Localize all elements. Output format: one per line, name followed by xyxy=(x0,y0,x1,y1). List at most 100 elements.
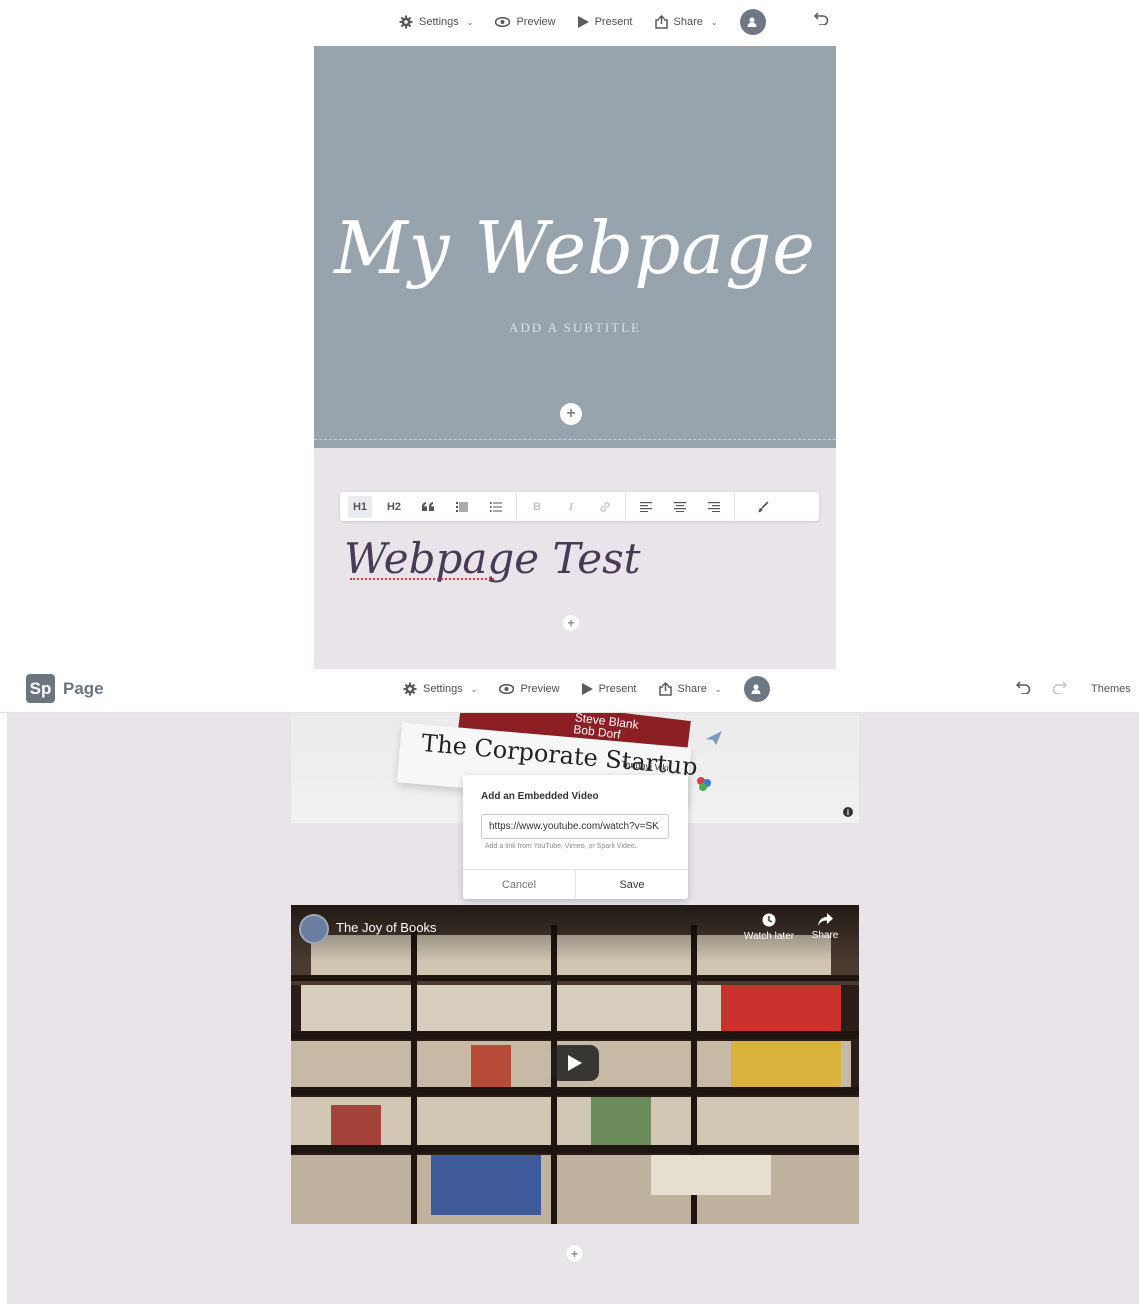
share-menu[interactable]: Share ⌄ xyxy=(658,682,722,696)
align-left-button[interactable] xyxy=(634,496,658,518)
hero-section[interactable]: My Webpage ADD A SUBTITLE + xyxy=(314,46,836,448)
video-play-button[interactable] xyxy=(551,1045,599,1081)
colored-dots xyxy=(697,777,711,791)
align-right-icon xyxy=(708,501,720,512)
spellcheck-underline xyxy=(350,578,494,580)
format-toolbar: H1 H2 B I xyxy=(340,492,819,521)
collaborator-avatar[interactable] xyxy=(743,676,770,702)
play-icon xyxy=(568,1055,582,1071)
quote-icon xyxy=(422,502,434,511)
chevron-down-icon: ⌄ xyxy=(710,17,718,27)
align-left-icon xyxy=(640,501,652,512)
alignment-group xyxy=(626,492,735,521)
app-logo[interactable]: Sp Page xyxy=(26,674,104,703)
add-block-button[interactable]: + xyxy=(560,403,582,425)
numbered-list-button[interactable] xyxy=(484,496,508,518)
block-style-group: H1 H2 xyxy=(340,492,517,521)
top-toolbar: Settings ⌄ Preview Present Share ⌄ xyxy=(399,9,766,35)
undo-button[interactable] xyxy=(813,12,829,30)
video-share-label: Share xyxy=(811,930,839,941)
present-label: Present xyxy=(594,16,633,28)
clock-icon xyxy=(762,913,776,927)
redo-button[interactable] xyxy=(1052,681,1068,699)
page-subtitle[interactable]: ADD A SUBTITLE xyxy=(314,320,836,336)
chevron-down-icon: ⌄ xyxy=(466,17,474,27)
text-section: H1 H2 B I Webpage Test + xyxy=(314,448,836,669)
video-title[interactable]: The Joy of Books xyxy=(336,920,436,935)
gear-icon xyxy=(403,682,417,696)
paintbrush-icon xyxy=(757,500,769,512)
themes-button[interactable]: Themes xyxy=(1091,683,1131,695)
share-label: Share xyxy=(673,16,703,28)
embedded-video[interactable]: The Joy of Books Watch later Share xyxy=(291,905,859,1224)
eye-icon xyxy=(499,684,515,694)
present-button[interactable]: Present xyxy=(581,683,637,695)
settings-label: Settings xyxy=(419,16,459,28)
settings-menu[interactable]: Settings ⌄ xyxy=(403,682,477,696)
share-icon xyxy=(658,682,672,696)
add-block-button[interactable]: + xyxy=(563,615,579,631)
share-menu[interactable]: Share ⌄ xyxy=(654,15,718,29)
align-right-button[interactable] xyxy=(702,496,726,518)
dialog-help-text: Add a link from YouTube, Vimeo, or Spark… xyxy=(485,843,637,850)
style-brush-button[interactable] xyxy=(751,496,775,518)
h2-button[interactable]: H2 xyxy=(382,496,406,518)
undo-button[interactable] xyxy=(1015,681,1031,699)
info-icon[interactable]: i xyxy=(843,807,853,817)
numbered-list-icon xyxy=(490,501,502,512)
heading-text[interactable]: Webpage Test xyxy=(344,534,641,583)
paper-plane-icon xyxy=(706,731,722,745)
section-divider xyxy=(314,439,836,440)
settings-menu[interactable]: Settings ⌄ xyxy=(399,15,473,29)
redo-icon xyxy=(1052,681,1068,695)
cancel-button[interactable]: Cancel xyxy=(463,870,576,899)
page-title[interactable]: My Webpage xyxy=(314,206,836,290)
italic-button[interactable]: I xyxy=(559,496,583,518)
link-button[interactable] xyxy=(593,496,617,518)
eye-icon xyxy=(495,17,511,27)
bulleted-list-button[interactable] xyxy=(450,496,474,518)
present-button[interactable]: Present xyxy=(577,16,633,28)
main-toolbar: Settings ⌄ Preview Present Share ⌄ xyxy=(403,676,770,702)
share-arrow-icon xyxy=(817,913,833,926)
video-share-button[interactable]: Share xyxy=(809,913,841,941)
spark-logo-mark: Sp xyxy=(26,674,55,703)
quote-button[interactable] xyxy=(416,496,440,518)
play-icon xyxy=(581,683,593,695)
preview-button[interactable]: Preview xyxy=(499,683,560,695)
bold-button[interactable]: B xyxy=(525,496,549,518)
save-button[interactable]: Save xyxy=(576,870,688,899)
align-center-button[interactable] xyxy=(668,496,692,518)
preview-label: Preview xyxy=(520,683,560,695)
preview-button[interactable]: Preview xyxy=(495,16,556,28)
link-icon xyxy=(600,501,610,512)
page-canvas: The Corporate Startup Steve Blank Bob Do… xyxy=(7,713,1139,1304)
settings-label: Settings xyxy=(423,683,463,695)
channel-avatar[interactable] xyxy=(299,914,329,944)
dialog-actions: Cancel Save xyxy=(463,869,688,899)
add-block-button[interactable]: + xyxy=(566,1245,583,1262)
bulleted-list-icon xyxy=(456,501,468,512)
user-add-icon xyxy=(751,684,761,694)
video-url-input[interactable] xyxy=(481,814,669,839)
chevron-down-icon: ⌄ xyxy=(470,684,478,694)
watch-later-button[interactable]: Watch later xyxy=(741,913,797,942)
app-header: Sp Page Settings ⌄ Preview Present Share… xyxy=(0,669,1139,713)
share-icon xyxy=(654,15,668,29)
share-label: Share xyxy=(677,683,707,695)
user-add-icon xyxy=(747,17,757,27)
app-name: Page xyxy=(63,678,104,698)
gear-icon xyxy=(399,15,413,29)
collaborator-avatar[interactable] xyxy=(739,9,766,35)
present-label: Present xyxy=(598,683,637,695)
chevron-down-icon: ⌄ xyxy=(714,684,722,694)
preview-label: Preview xyxy=(516,16,556,28)
inline-style-group: B I xyxy=(517,492,626,521)
style-group xyxy=(735,492,783,521)
watch-later-label: Watch later xyxy=(743,931,795,942)
align-center-icon xyxy=(674,501,686,512)
h1-button[interactable]: H1 xyxy=(348,495,372,518)
embed-video-dialog: Add an Embedded Video Add a link from Yo… xyxy=(463,775,688,899)
undo-icon xyxy=(1015,681,1031,695)
dialog-title: Add an Embedded Video xyxy=(481,791,599,802)
